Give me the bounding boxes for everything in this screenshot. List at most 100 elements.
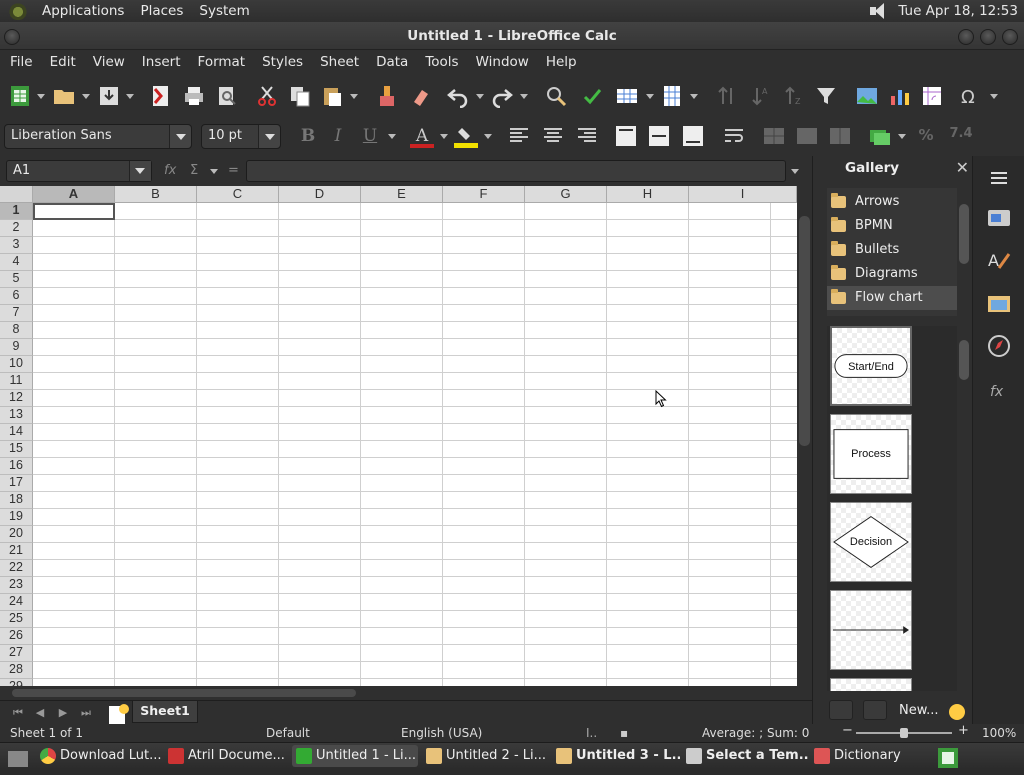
row-header-21[interactable]: 21 [0, 543, 33, 560]
find-replace-icon[interactable] [544, 84, 568, 108]
properties-icon[interactable] [985, 204, 1013, 232]
workspace-switcher-icon[interactable] [936, 746, 958, 768]
undo-icon[interactable] [446, 84, 470, 109]
row-header-19[interactable]: 19 [0, 509, 33, 526]
insert-chart-icon[interactable] [888, 84, 912, 108]
status-language[interactable]: English (USA) [401, 726, 482, 740]
column-header-d[interactable]: D [279, 186, 361, 203]
category-scrollbar[interactable] [957, 188, 971, 316]
name-box[interactable]: A1 [6, 160, 152, 182]
gallery-item-connector[interactable] [830, 590, 912, 670]
gallery-item-decision[interactable]: Decision [830, 502, 912, 582]
row-icon[interactable] [615, 84, 639, 108]
panel-menu-places[interactable]: Places [132, 3, 191, 19]
detailed-view-button[interactable] [863, 700, 887, 720]
special-character-icon[interactable]: Ω [958, 84, 982, 108]
gnome-foot-icon[interactable] [8, 2, 28, 20]
redo-dropdown-arrow[interactable] [520, 94, 528, 99]
new-spreadsheet-icon[interactable] [8, 84, 32, 108]
row-header-10[interactable]: 10 [0, 356, 33, 373]
column-header-b[interactable]: B [115, 186, 197, 203]
expand-formula-bar-arrow[interactable] [791, 169, 799, 174]
row-header-5[interactable]: 5 [0, 271, 33, 288]
vertical-scroll-thumb[interactable] [799, 216, 810, 446]
font-size-combobox[interactable]: 10 pt [201, 124, 281, 149]
currency-dropdown-arrow[interactable] [898, 134, 906, 139]
maximize-button[interactable] [980, 29, 996, 45]
row-header-3[interactable]: 3 [0, 237, 33, 254]
minimize-button[interactable] [958, 29, 974, 45]
insert-image-icon[interactable] [855, 84, 879, 108]
taskbar-item[interactable]: Select a Tem... [682, 745, 808, 767]
row-header-23[interactable]: 23 [0, 577, 33, 594]
cut-icon[interactable] [255, 84, 279, 108]
row-header-28[interactable]: 28 [0, 662, 33, 679]
new-dropdown-arrow[interactable] [37, 94, 45, 99]
clone-formatting-icon[interactable] [375, 84, 399, 108]
menu-insert[interactable]: Insert [136, 54, 187, 70]
wrap-text-icon[interactable] [722, 124, 746, 148]
row-header-25[interactable]: 25 [0, 611, 33, 628]
unmerge-icon[interactable] [828, 124, 852, 148]
highlight-color-icon[interactable] [454, 124, 478, 148]
zoom-slider-knob[interactable] [900, 728, 908, 738]
row-header-12[interactable]: 12 [0, 390, 33, 407]
align-right-icon[interactable] [575, 124, 599, 148]
column-header-h[interactable]: H [607, 186, 689, 203]
panel-clock[interactable]: Tue Apr 18, 12:53 [898, 3, 1024, 19]
row-header-1[interactable]: 1 [0, 203, 33, 220]
spreadsheet-grid[interactable]: ABCDEFGHI 1 2 3 4 5 6 7 8 9 10 11 12 13 14 15 16 17 18 19 2… [0, 186, 812, 686]
font-name-dropdown-arrow[interactable] [169, 125, 191, 148]
gallery-item[interactable] [830, 678, 912, 691]
gallery-category[interactable]: Diagrams [827, 262, 957, 286]
clear-formatting-icon[interactable] [408, 84, 432, 108]
column-dropdown-arrow[interactable] [690, 94, 698, 99]
navigator-icon[interactable] [985, 332, 1013, 360]
items-scrollbar[interactable] [957, 326, 971, 691]
menu-styles[interactable]: Styles [256, 54, 309, 70]
volume-icon[interactable] [870, 3, 888, 19]
row-header-26[interactable]: 26 [0, 628, 33, 645]
column-header-f[interactable]: F [443, 186, 525, 203]
sidebar-menu-icon[interactable] [985, 164, 1013, 192]
formula-input[interactable] [246, 160, 786, 182]
gallery-category[interactable]: BPMN [827, 214, 957, 238]
vertical-scrollbar[interactable] [797, 186, 812, 686]
paste-icon[interactable] [320, 84, 344, 108]
panel-menu-system[interactable]: System [191, 3, 257, 19]
row-header-8[interactable]: 8 [0, 322, 33, 339]
row-header-18[interactable]: 18 [0, 492, 33, 509]
gallery-item-process[interactable]: Process [830, 414, 912, 494]
font-name-combobox[interactable]: Liberation Sans [4, 124, 192, 149]
window-titlebar[interactable]: Untitled 1 - LibreOffice Calc [0, 22, 1024, 50]
menu-sheet[interactable]: Sheet [314, 54, 365, 70]
align-bottom-icon[interactable] [681, 124, 705, 148]
sort-ascending-icon[interactable]: A [749, 84, 773, 108]
column-header-g[interactable]: G [525, 186, 607, 203]
sum-dropdown-arrow[interactable] [210, 169, 218, 174]
row-header-4[interactable]: 4 [0, 254, 33, 271]
sum-button[interactable]: Σ [190, 163, 198, 178]
first-sheet-button[interactable]: ⏮ [10, 705, 26, 721]
icon-view-button[interactable] [829, 700, 853, 720]
row-header-20[interactable]: 20 [0, 526, 33, 543]
theme-star-icon[interactable] [945, 700, 965, 720]
zoom-out-button[interactable]: − [842, 723, 853, 738]
status-page-style[interactable]: Default [266, 726, 310, 740]
column-header-c[interactable]: C [197, 186, 279, 203]
function-wizard-button[interactable]: fx [164, 163, 176, 178]
row-header-11[interactable]: 11 [0, 373, 33, 390]
gallery-category[interactable]: Bullets [827, 238, 957, 262]
print-icon[interactable] [182, 84, 206, 108]
menu-format[interactable]: Format [192, 54, 252, 70]
menu-edit[interactable]: Edit [44, 54, 82, 70]
add-sheet-icon[interactable] [106, 703, 129, 724]
percent-format-button[interactable]: % [914, 126, 938, 150]
number-format-button[interactable]: 7.4 [946, 126, 976, 150]
gallery-icon[interactable] [985, 290, 1013, 318]
row-header-27[interactable]: 27 [0, 645, 33, 662]
row-header-14[interactable]: 14 [0, 424, 33, 441]
menu-window[interactable]: Window [470, 54, 535, 70]
new-theme-button[interactable]: New... [899, 700, 945, 722]
center-vertically-icon[interactable] [647, 124, 671, 148]
